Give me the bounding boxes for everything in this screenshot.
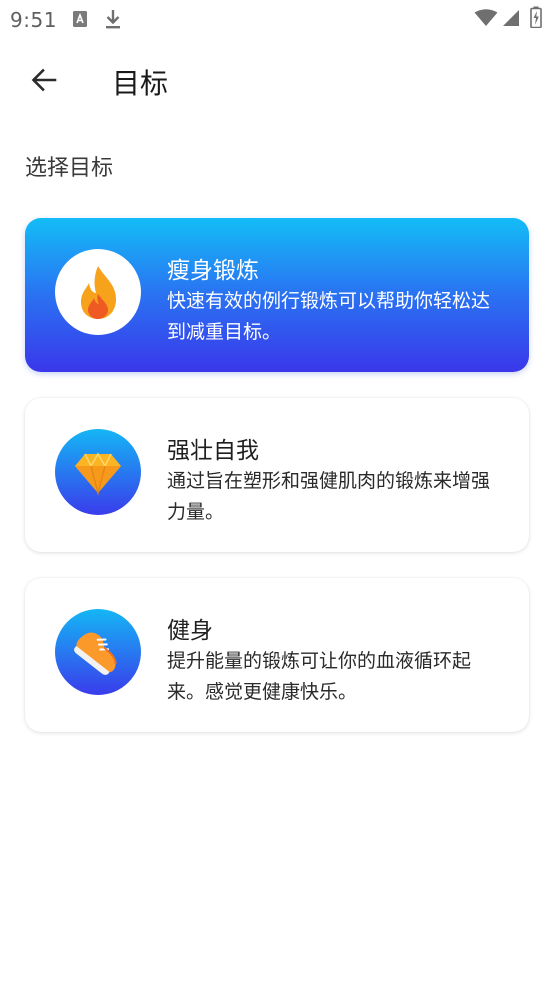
- status-bar: 9:51: [0, 0, 554, 40]
- app-bar: 目标: [0, 40, 554, 124]
- section-label: 选择目标: [25, 156, 114, 181]
- status-time: 9:51: [10, 8, 57, 32]
- sneaker-icon: [55, 609, 141, 695]
- signal-icon: [502, 9, 520, 31]
- goal-description: 提升能量的锻炼可让你的血液循环起来。感觉更健康快乐。: [167, 650, 472, 703]
- back-button[interactable]: [22, 60, 66, 104]
- flame-icon: [55, 249, 141, 335]
- goal-description: 通过旨在塑形和强健肌肉的锻炼来增强力量。: [167, 470, 491, 523]
- goal-card-weight-loss[interactable]: 瘦身锻炼 快速有效的例行锻炼可以帮助你轻松达到减重目标。: [25, 218, 529, 372]
- goal-description: 快速有效的例行锻炼可以帮助你轻松达到减重目标。: [167, 290, 491, 343]
- goal-card-strength[interactable]: 强壮自我 通过旨在塑形和强健肌肉的锻炼来增强力量。: [25, 398, 529, 552]
- arrow-left-icon: [31, 67, 57, 97]
- wifi-icon: [474, 9, 498, 31]
- battery-charging-icon: [530, 6, 542, 32]
- download-icon: [104, 8, 122, 34]
- goals-screen: 9:51 目标 选择目标 瘦身锻炼 快速有效的例行锻炼可以帮助你轻松达到减重目标…: [0, 0, 554, 984]
- goal-title: 健身: [167, 618, 213, 644]
- diamond-icon: [55, 429, 141, 515]
- goal-card-fitness[interactable]: 健身 提升能量的锻炼可让你的血液循环起来。感觉更健康快乐。: [25, 578, 529, 732]
- page-title: 目标: [112, 67, 169, 100]
- goal-title: 强壮自我: [167, 438, 259, 464]
- goal-title: 瘦身锻炼: [167, 258, 259, 284]
- app-notification-icon: [72, 10, 88, 32]
